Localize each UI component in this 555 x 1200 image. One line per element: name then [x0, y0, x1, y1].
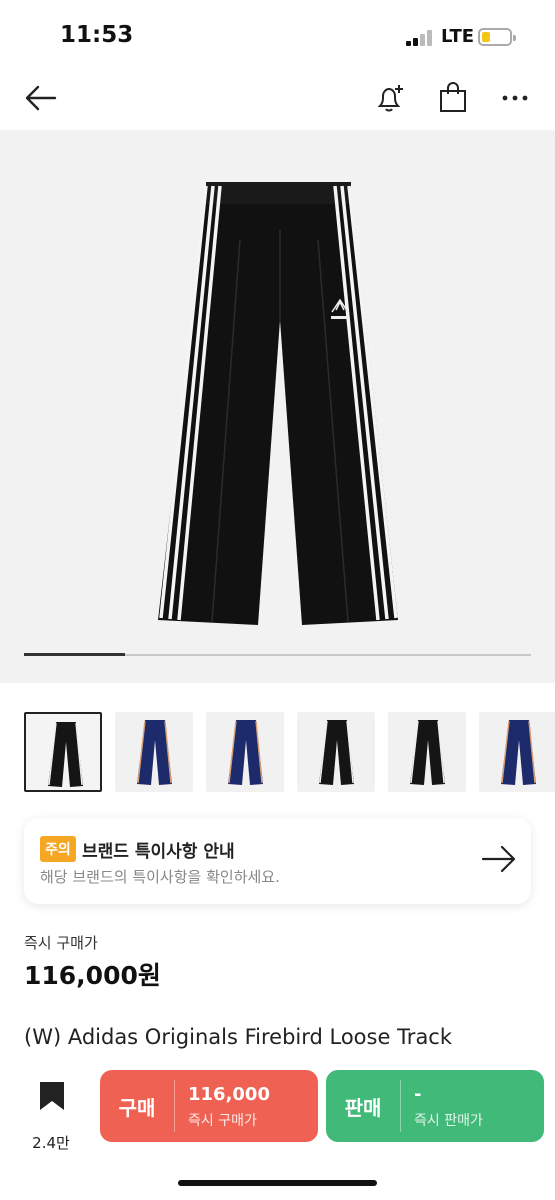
- buy-sub: 즉시 구매가: [188, 1113, 257, 1129]
- bookmark-icon: [40, 1082, 64, 1110]
- top-nav: [0, 70, 555, 128]
- notice-subtitle: 해당 브랜드의 특이사항을 확인하세요.: [40, 868, 280, 886]
- shopping-bag-icon[interactable]: [433, 78, 473, 118]
- warning-tag: 주의: [40, 836, 76, 862]
- buy-price: 116,000: [188, 1084, 270, 1105]
- sell-price: -: [414, 1084, 422, 1105]
- buy-label: 구매: [118, 1095, 156, 1120]
- sell-divider: [400, 1080, 401, 1132]
- buy-button[interactable]: 구매 116,000 즉시 구매가: [100, 1070, 318, 1142]
- wish-button[interactable]: 2.4만: [22, 1078, 82, 1152]
- gallery-progress: [24, 653, 531, 656]
- arrow-right-icon: [481, 845, 516, 873]
- home-indicator: [178, 1180, 377, 1186]
- status-time: 11:53: [60, 22, 134, 48]
- price-label: 즉시 구매가: [24, 934, 98, 952]
- notice-title: 브랜드 특이사항 안내: [82, 842, 235, 862]
- price-value: 116,000원: [24, 961, 161, 990]
- signal-icon: [406, 30, 436, 46]
- more-icon[interactable]: [495, 78, 535, 118]
- network-label: LTE: [441, 26, 475, 47]
- status-bar: 11:53 LTE: [0, 0, 555, 70]
- thumbnail-1[interactable]: [24, 712, 102, 792]
- back-arrow-icon[interactable]: [20, 78, 60, 118]
- thumbnail-4[interactable]: [297, 712, 375, 792]
- thumbnail-6[interactable]: [479, 712, 555, 792]
- battery-icon: [478, 28, 516, 46]
- bell-plus-icon[interactable]: [370, 78, 410, 118]
- sell-label: 판매: [344, 1095, 382, 1120]
- product-image[interactable]: [0, 130, 555, 683]
- sell-button[interactable]: 판매 - 즉시 판매가: [326, 1070, 544, 1142]
- brand-notice-card[interactable]: 주의 브랜드 특이사항 안내 해당 브랜드의 특이사항을 확인하세요.: [24, 818, 531, 904]
- thumbnail-2[interactable]: [115, 712, 193, 792]
- buy-divider: [174, 1080, 175, 1132]
- sell-sub: 즉시 판매가: [414, 1113, 483, 1129]
- bottom-action-bar: 2.4만 구매 116,000 즉시 구매가 판매 - 즉시 판매가: [0, 1058, 555, 1200]
- thumbnail-3[interactable]: [206, 712, 284, 792]
- thumbnail-5[interactable]: [388, 712, 466, 792]
- product-name: (W) Adidas Originals Firebird Loose Trac…: [24, 1025, 453, 1049]
- thumbnail-strip: [24, 712, 555, 792]
- wish-count: 2.4만: [32, 1134, 70, 1152]
- track-pants-image: [158, 182, 398, 625]
